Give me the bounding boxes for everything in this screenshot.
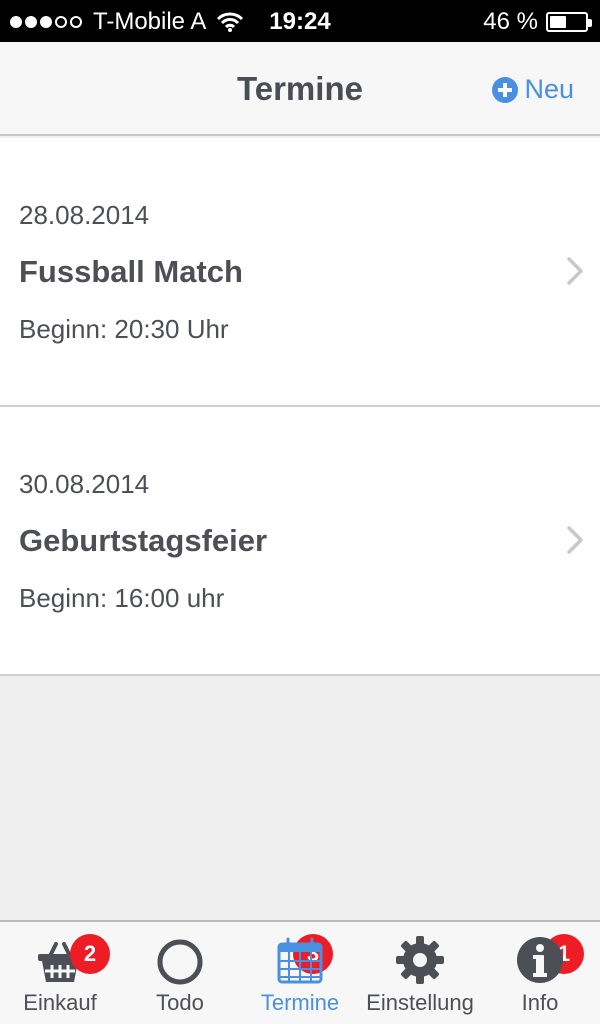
tab-label: Einstellung	[366, 990, 474, 1015]
tab-label: Info	[521, 990, 559, 1015]
navigation-bar: Termine Neu	[0, 42, 600, 136]
tab-label: Termine	[260, 990, 340, 1015]
todo-icon	[157, 939, 203, 985]
battery-percentage: 46 %	[483, 8, 538, 35]
chevron-right-icon	[567, 526, 583, 554]
tab-label: Todo	[156, 990, 204, 1015]
appointment-begin: Beginn: 16:00 uhr	[19, 583, 225, 613]
tab-info[interactable]: Info	[480, 922, 600, 1024]
gear-icon	[396, 936, 444, 984]
tab-todo[interactable]: 3 Todo	[120, 922, 333, 1024]
appointment-date: 28.08.2014	[19, 200, 150, 230]
list-item[interactable]: 28.08.2014 Fussball Match Beginn: 20:30 …	[0, 138, 600, 407]
appointment-title: Fussball Match	[19, 254, 243, 289]
battery-fill	[550, 16, 566, 28]
chevron-right-icon	[567, 257, 583, 285]
status-bar: T-Mobile A 19:24 46 %	[0, 0, 600, 42]
info-icon	[517, 937, 563, 983]
tab-label: Einkauf	[23, 990, 97, 1015]
status-right: 46 %	[483, 8, 592, 36]
new-button-label: Neu	[524, 74, 574, 104]
appointment-date: 30.08.2014	[19, 469, 150, 499]
appointment-title: Geburtstagsfeier	[19, 523, 268, 558]
new-appointment-button[interactable]: Neu	[492, 74, 574, 105]
plus-circle-icon	[492, 76, 519, 103]
tab-einstellung[interactable]: Einstellung	[360, 922, 480, 1024]
battery-nub	[588, 19, 592, 27]
tab-badge: 2	[70, 934, 110, 974]
appointment-begin: Beginn: 20:30 Uhr	[19, 314, 229, 344]
tab-einkauf[interactable]: 2 Einkauf	[0, 922, 120, 1024]
list-item[interactable]: 30.08.2014 Geburtstagsfeier Beginn: 16:0…	[0, 407, 600, 676]
battery-icon	[546, 12, 592, 32]
calendar-icon	[277, 937, 323, 984]
tab-termine[interactable]: 1 Termine	[240, 922, 584, 1024]
tab-bar: 2 Einkauf 3 Todo 1 Termine Einstellung I…	[0, 920, 600, 1024]
appointment-list: 28.08.2014 Fussball Match Beginn: 20:30 …	[0, 138, 600, 676]
